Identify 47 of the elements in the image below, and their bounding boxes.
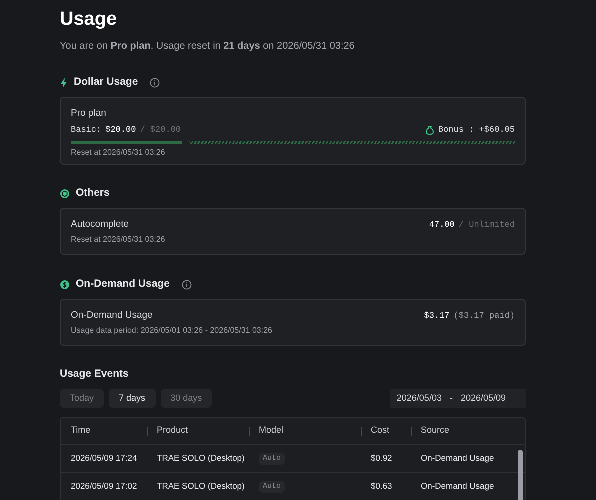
reset-time: Reset at 2026/05/31 03:26: [71, 234, 166, 246]
table-cell-text: $0.92: [370, 452, 394, 465]
dollar-coin-icon: [60, 280, 70, 290]
range-tab[interactable]: Today: [60, 389, 104, 408]
on-demand-amount: $3.17: [424, 310, 450, 322]
column-header: Time: [70, 424, 91, 438]
scrollbar[interactable]: [518, 450, 523, 500]
section-heading: Usage Events: [60, 368, 130, 381]
date-from: 2026/05/03: [396, 392, 442, 405]
table-cell-text: 2026/05/09 17:24: [70, 452, 138, 465]
lightning-icon: [60, 78, 68, 88]
range-tab[interactable]: 7 days: [109, 389, 156, 408]
info-icon[interactable]: [150, 78, 160, 88]
column-header: Cost: [371, 424, 390, 438]
column-header: Source: [421, 424, 450, 438]
section-heading: Dollar Usage: [74, 76, 138, 89]
basic-used: $20.00: [106, 124, 136, 136]
table-cell-text: On-Demand Usage: [420, 480, 496, 493]
table-cell-text: $0.63: [370, 480, 394, 493]
reset-time: Reset at 2026/05/31 03:26: [71, 147, 166, 159]
paid-amount: ($3.17 paid): [454, 310, 515, 322]
table-cell-text: On-Demand Usage: [420, 452, 496, 465]
plan-summary: You are on Pro plan. Usage reset in 21 days on 2026/05/31 03:26: [60, 40, 356, 53]
bonus-amount: Bonus : +$60.05: [438, 124, 515, 136]
date-range-picker[interactable]: 2026/05/03 - 2026/05/09: [390, 389, 526, 408]
date-separator: -: [450, 392, 453, 405]
date-to: 2026/05/09: [460, 392, 506, 405]
table-cell-text: TRAE SOLO (Desktop): [156, 480, 246, 493]
column-header: Model: [259, 424, 284, 438]
usage-item-name: Autocomplete: [71, 219, 130, 231]
range-tab[interactable]: 30 days: [160, 389, 212, 408]
column-header: Product: [157, 424, 188, 438]
money-bag-icon: [426, 126, 434, 134]
section-heading: Others: [76, 187, 110, 200]
table-cell-text: 2026/05/09 17:02: [70, 480, 138, 493]
plan-name: Pro plan: [71, 108, 108, 120]
cube-icon: [60, 188, 70, 198]
basic-label: Basic:: [71, 124, 102, 136]
usage-limit: / Unlimited: [458, 219, 515, 231]
usage-count: 47.00: [429, 219, 455, 231]
table-cell-text: TRAE SOLO (Desktop): [156, 452, 246, 465]
info-icon[interactable]: [182, 280, 192, 290]
basic-total: / $20.00: [140, 124, 182, 136]
section-heading: On-Demand Usage: [76, 278, 170, 291]
page-title: Usage: [60, 8, 118, 32]
usage-period: Usage data period: 2026/05/01 03:26 - 2026/05/31 03:26: [71, 325, 274, 337]
usage-item-name: On-Demand Usage: [71, 310, 153, 322]
